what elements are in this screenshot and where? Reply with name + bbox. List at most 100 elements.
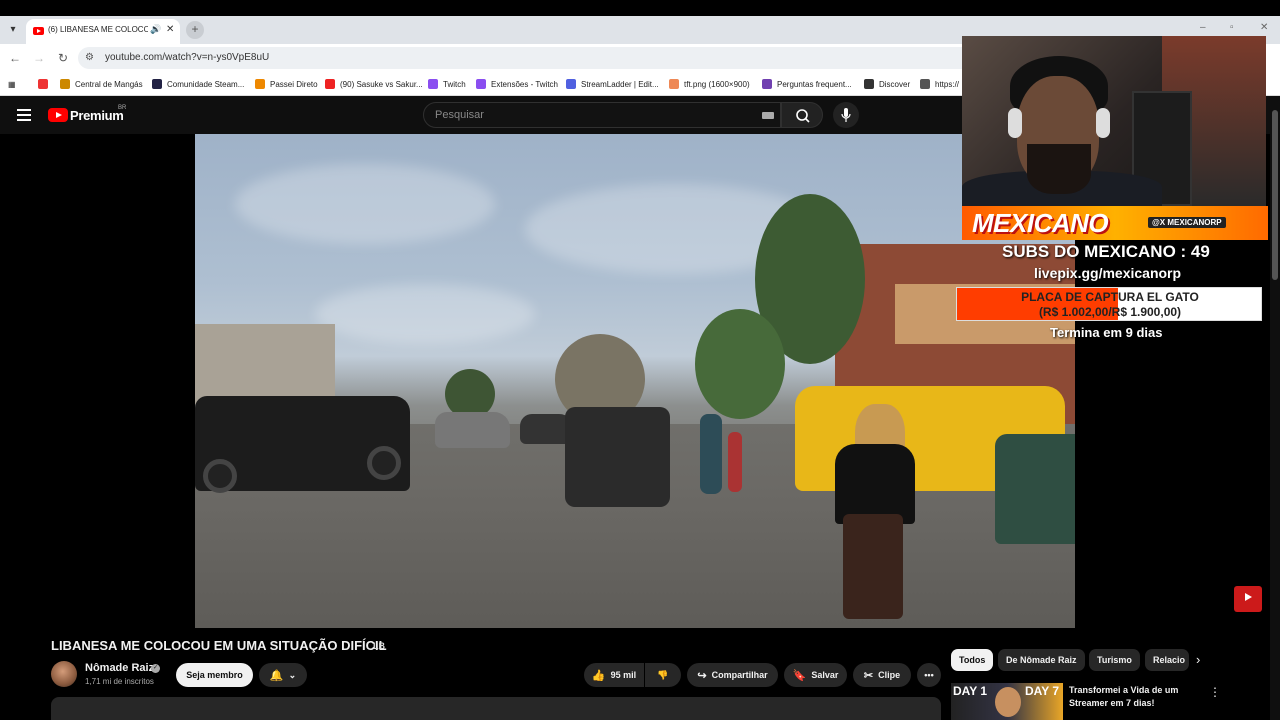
video-title-tag: LB: [373, 641, 385, 651]
browser-tab[interactable]: (6) LIBANESA ME COLOCOU 🔊 ✕: [26, 19, 180, 44]
thumbnail-text-right: DAY 7: [1025, 684, 1060, 698]
search-button[interactable]: [781, 102, 823, 128]
url-bar[interactable]: ⚙ youtube.com/watch?v=n-ys0VpE8uU: [78, 47, 978, 69]
apps-icon[interactable]: ▦: [8, 77, 16, 91]
new-tab-button[interactable]: +: [186, 21, 204, 39]
more-vertical-icon[interactable]: ⋮: [1209, 685, 1221, 699]
bookmark-item[interactable]: Comunidade Steam...: [152, 77, 244, 91]
tree: [695, 309, 785, 419]
join-button[interactable]: Seja membro: [176, 663, 253, 687]
bookmark-favicon-icon: [255, 79, 265, 89]
bookmark-item[interactable]: Discover: [864, 77, 910, 91]
join-button-label: Seja membro: [186, 670, 243, 680]
clip-button[interactable]: ✂ Clipe: [853, 663, 911, 687]
video-player[interactable]: [195, 134, 1075, 628]
bookmark-label: Extensões - Twitch: [491, 79, 558, 89]
scrollbar-thumb[interactable]: [1272, 110, 1278, 280]
close-tab-icon[interactable]: ✕: [166, 24, 174, 35]
more-actions-button[interactable]: •••: [917, 663, 941, 687]
recommended-video-title[interactable]: Transformei a Vida de um Streamer em 7 d…: [1069, 684, 1199, 710]
channel-name[interactable]: Nômade Raiz: [85, 662, 154, 674]
scissors-icon: ✂: [863, 669, 874, 682]
recommended-thumbnail[interactable]: DAY 1 DAY 7: [951, 683, 1063, 720]
bookmark-favicon-icon: [920, 79, 930, 89]
tab-title: (6) LIBANESA ME COLOCOU: [48, 25, 148, 34]
bookmark-item[interactable]: https://: [920, 77, 959, 91]
bookmark-favicon-icon: [428, 79, 438, 89]
bookmark-favicon-icon: [60, 79, 70, 89]
notification-bell-button[interactable]: 🔔 ⌄: [259, 663, 307, 687]
clip-label: Clipe: [878, 670, 901, 680]
bookmark-favicon-icon: [38, 79, 48, 89]
bookmark-item[interactable]: Perguntas frequent...: [762, 77, 852, 91]
video-title: LIBANESA ME COLOCOU EM UMA SITUAÇÃO DIFÍ…: [51, 638, 387, 653]
chip-channel[interactable]: De Nômade Raiz: [998, 649, 1085, 671]
streamer-webcam: [962, 36, 1266, 206]
bookmark-favicon-icon: [566, 79, 576, 89]
bookmark-label: Twitch: [443, 79, 466, 89]
search-placeholder: Pesquisar: [435, 109, 484, 121]
chip-related[interactable]: Relacio: [1145, 649, 1189, 671]
voice-search-button[interactable]: [833, 102, 859, 128]
menu-icon[interactable]: [17, 109, 31, 121]
bookmark-favicon-icon: [669, 79, 679, 89]
bookmark-label: (90) Sasuke vs Sakur...: [340, 79, 423, 89]
page-scrollbar[interactable]: [1270, 96, 1280, 720]
share-button[interactable]: ↪ Compartilhar: [687, 663, 778, 687]
bookmark-item[interactable]: (90) Sasuke vs Sakur...: [325, 77, 423, 91]
pedestrian: [700, 414, 722, 494]
save-label: Salvar: [811, 670, 839, 680]
like-count: 95 mil: [610, 670, 637, 680]
youtube-watermark-icon[interactable]: [1234, 586, 1262, 612]
description-box[interactable]: [51, 697, 941, 720]
maximize-icon[interactable]: ▫: [1230, 22, 1234, 33]
thumbs-up-icon: 👍: [591, 669, 606, 682]
thumbnail-text-left: DAY 1: [953, 684, 988, 698]
tab-search-icon[interactable]: ▾: [4, 22, 22, 38]
audio-playing-icon[interactable]: 🔊: [150, 24, 161, 35]
social-handle: @X MEXICANORP: [1148, 217, 1226, 228]
keyboard-icon[interactable]: [762, 112, 774, 119]
search-input[interactable]: Pesquisar: [423, 102, 781, 128]
reload-icon[interactable]: ↻: [56, 51, 70, 65]
car: [435, 412, 510, 448]
more-horizontal-icon: •••: [924, 670, 934, 680]
youtube-premium-logo-text[interactable]: Premium: [70, 108, 124, 123]
bookmark-item[interactable]: Extensões - Twitch: [476, 77, 558, 91]
thumbs-down-icon: 👎: [657, 669, 669, 680]
forward-icon[interactable]: →: [32, 51, 46, 65]
bookmark-item[interactable]: tft.png (1600×900): [669, 77, 750, 91]
stream-overlay: MEXICANO @X MEXICANORP SUBS DO MEXICANO …: [956, 206, 1268, 346]
bookmark-item[interactable]: [38, 77, 53, 91]
minimize-icon[interactable]: –: [1200, 22, 1206, 33]
bookmark-label: Passei Direto: [270, 79, 318, 89]
back-icon[interactable]: ←: [8, 51, 22, 65]
microphone-icon: [841, 108, 851, 122]
chip-tourism[interactable]: Turismo: [1089, 649, 1140, 671]
search-icon: [796, 109, 810, 123]
bookmark-item[interactable]: Passei Direto: [255, 77, 318, 91]
goal-ends-text: Termina em 9 dias: [1050, 325, 1163, 340]
bookmark-favicon-icon: [152, 79, 162, 89]
verified-check-icon: ✓: [151, 664, 160, 673]
bookmark-item[interactable]: StreamLadder | Edit...: [566, 77, 659, 91]
bookmark-label: tft.png (1600×900): [684, 79, 750, 89]
bookmark-favicon-icon: [325, 79, 335, 89]
youtube-logo-icon[interactable]: [48, 108, 68, 122]
channel-avatar[interactable]: [51, 661, 77, 687]
bookmark-item[interactable]: Twitch: [428, 77, 466, 91]
overlay-banner: MEXICANO @X MEXICANORP: [962, 206, 1268, 240]
youtube-favicon-icon: [33, 27, 44, 35]
chip-all[interactable]: Todos: [951, 649, 994, 671]
close-window-icon[interactable]: ✕: [1260, 22, 1268, 33]
bookmark-favicon-icon: [762, 79, 772, 89]
green-car: [995, 434, 1075, 544]
save-button[interactable]: 🔖 Salvar: [784, 663, 847, 687]
site-info-icon[interactable]: ⚙: [85, 52, 94, 63]
like-button[interactable]: 👍 95 mil: [584, 663, 644, 687]
chevron-right-icon[interactable]: ›: [1196, 652, 1200, 667]
subscriber-count: 1,71 mi de inscritos: [85, 677, 154, 686]
dislike-button[interactable]: 👎: [645, 663, 681, 687]
bell-icon: 🔔: [269, 669, 284, 682]
bookmark-item[interactable]: Central de Mangás: [60, 77, 143, 91]
